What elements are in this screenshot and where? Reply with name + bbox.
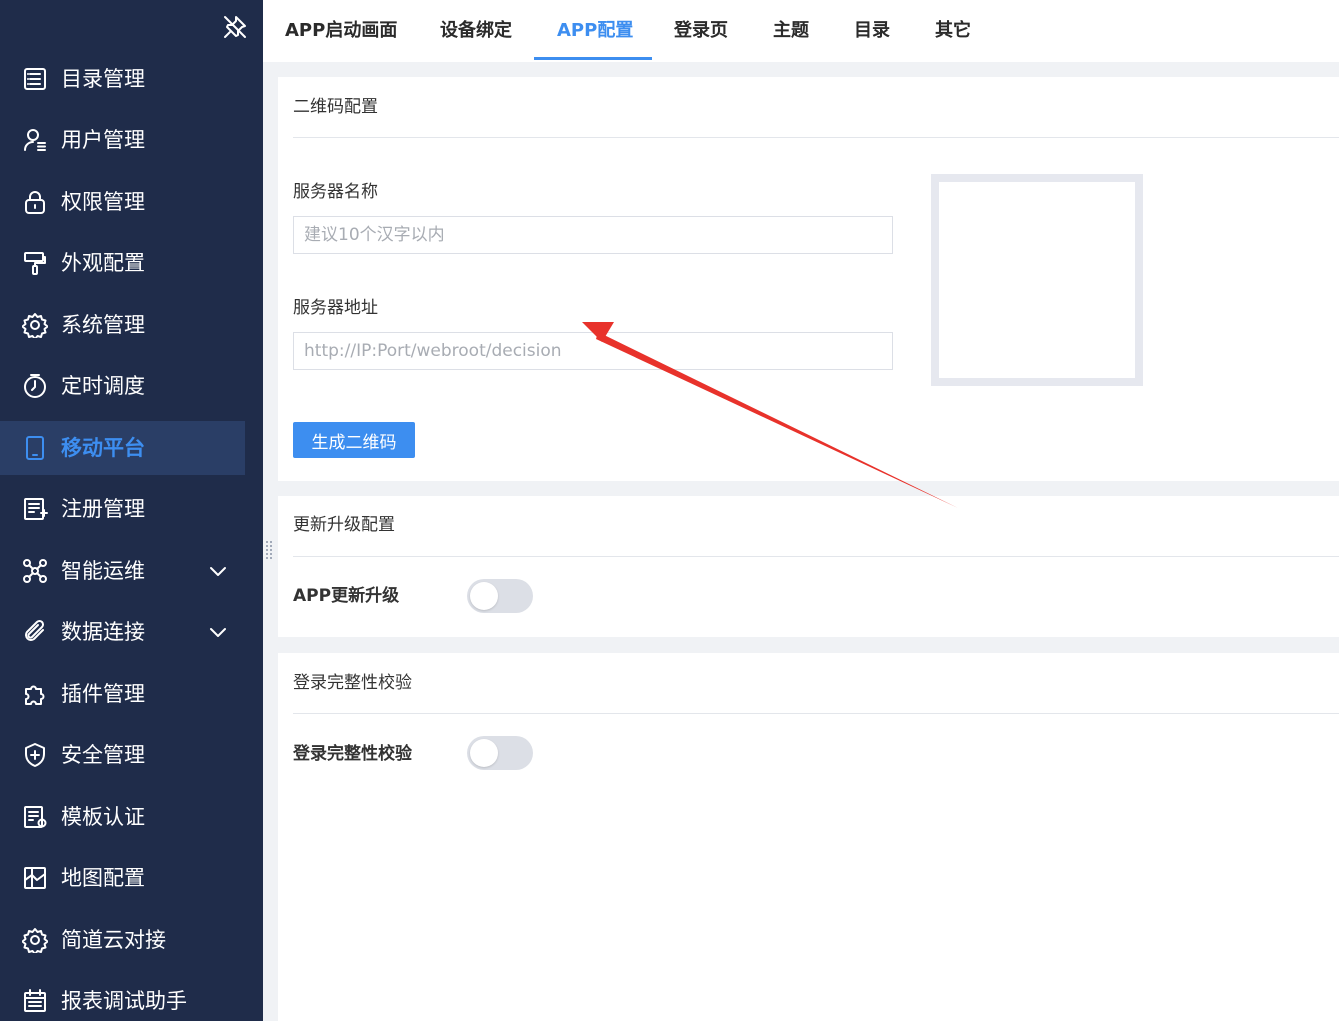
tab-other[interactable]: 其它 [935,17,971,45]
map-icon [24,867,46,889]
sidebar-item-label: 注册管理 [61,497,145,521]
qr-config-title: 二维码配置 [293,97,378,117]
shield-icon [25,743,45,767]
qr-config-card: 二维码配置 服务器名称 服务器地址 生成二维码 [278,77,1339,481]
sidebar-item[interactable]: 目录管理 [0,52,245,106]
sidebar-item[interactable]: 移动平台 [0,421,245,475]
timer-icon [24,374,46,398]
update-config-title: 更新升级配置 [293,515,395,535]
template-cert-icon [24,806,47,828]
lock-icon [25,191,45,214]
divider [293,713,1339,714]
sidebar-item[interactable]: 用户管理 [0,113,245,167]
sidebar-item-label: 目录管理 [61,67,145,91]
divider [293,556,1339,557]
sidebar-item-label: 权限管理 [61,190,145,214]
sidebar-item-label: 安全管理 [61,743,145,767]
unpin-icon[interactable] [222,14,248,40]
sidebar-item-label: 数据连接 [61,620,145,644]
sidebar-item[interactable]: 安全管理 [0,728,245,782]
tab-bar: APP启动画面 设备绑定 APP配置 登录页 主题 目录 其它 [263,0,1339,62]
calendar-icon [24,989,46,1012]
sidebar-item[interactable]: 权限管理 [0,175,245,229]
sidebar-item-label: 模板认证 [61,805,145,829]
server-name-label: 服务器名称 [293,182,378,202]
gear-icon [22,313,48,338]
resize-handle-icon[interactable] [265,540,273,562]
puzzle-icon [25,685,45,705]
sidebar-item[interactable]: 外观配置 [0,236,245,290]
register-icon [24,498,48,520]
sidebar-item[interactable]: 地图配置 [0,851,245,905]
sidebar-item[interactable]: 智能运维 [0,544,245,598]
server-address-input[interactable] [293,332,893,370]
paperclip-icon [25,619,45,641]
sidebar-item-label: 插件管理 [61,682,145,706]
chevron-down-icon[interactable] [206,559,230,583]
toggle-knob [470,582,498,610]
network-icon [23,559,47,583]
sidebar: 目录管理用户管理权限管理外观配置系统管理定时调度移动平台注册管理智能运维数据连接… [0,0,263,1021]
user-icon [24,129,46,151]
list-icon [24,68,46,90]
login-integrity-card: 登录完整性校验 登录完整性校验 [278,653,1339,1021]
gear-icon [22,928,48,953]
sidebar-item[interactable]: 简道云对接 [0,913,245,967]
sidebar-item[interactable]: 注册管理 [0,482,245,536]
sidebar-item-label: 定时调度 [61,374,145,398]
app-update-toggle[interactable] [467,579,533,613]
server-name-input[interactable] [293,216,893,254]
sidebar-item-label: 智能运维 [61,559,145,583]
tablet-icon [26,436,44,460]
sidebar-item[interactable]: 系统管理 [0,298,245,352]
sidebar-item-label: 简道云对接 [61,928,166,952]
tab-directory[interactable]: 目录 [854,17,890,45]
update-config-card: 更新升级配置 APP更新升级 [278,496,1339,637]
server-address-label: 服务器地址 [293,298,378,318]
sidebar-item-label: 用户管理 [61,128,145,152]
sidebar-item[interactable]: 插件管理 [0,667,245,721]
sidebar-item[interactable]: 模板认证 [0,790,245,844]
sidebar-item[interactable]: 数据连接 [0,605,245,659]
generate-qr-button[interactable]: 生成二维码 [293,422,415,458]
tab-theme[interactable]: 主题 [773,17,809,45]
tab-device-binding[interactable]: 设备绑定 [440,17,512,45]
sidebar-item[interactable]: 报表调试助手 [0,974,245,1021]
sidebar-item-label: 地图配置 [61,866,145,890]
qr-code-preview [931,174,1143,386]
sidebar-item[interactable]: 定时调度 [0,359,245,413]
login-integrity-label: 登录完整性校验 [293,744,412,764]
tab-app-config[interactable]: APP配置 [557,17,633,45]
sidebar-item-label: 系统管理 [61,313,145,337]
login-integrity-toggle[interactable] [467,736,533,770]
app-update-label: APP更新升级 [293,586,400,606]
login-integrity-title: 登录完整性校验 [293,673,412,693]
tab-login-page[interactable]: 登录页 [674,17,728,45]
sidebar-item-label: 移动平台 [61,436,145,460]
divider [293,137,1339,138]
sidebar-item-label: 外观配置 [61,251,145,275]
toggle-knob [470,739,498,767]
paint-roller-icon [24,252,46,275]
active-tab-indicator [534,57,652,60]
sidebar-item-label: 报表调试助手 [61,989,187,1013]
chevron-down-icon[interactable] [206,620,230,644]
tab-app-splash[interactable]: APP启动画面 [285,17,397,45]
